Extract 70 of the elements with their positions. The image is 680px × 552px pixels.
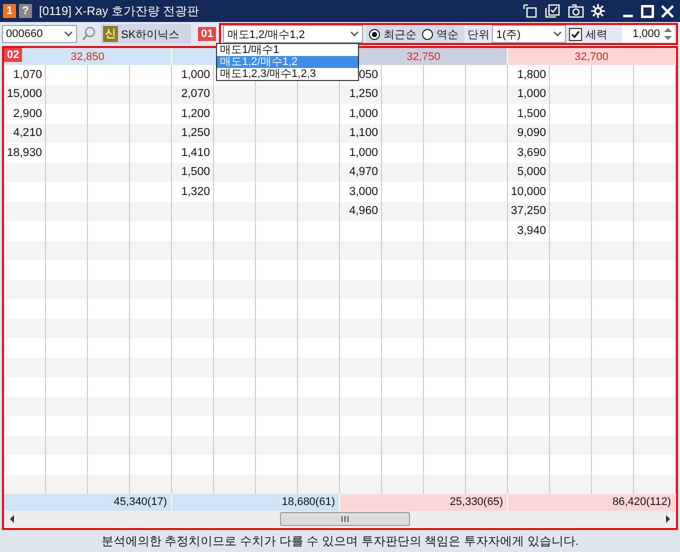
price-text: 32,850 xyxy=(70,50,104,62)
table-cell: 1,200 xyxy=(181,108,210,120)
table-cell: 4,210 xyxy=(13,127,42,140)
radio-label[interactable]: 역순 xyxy=(436,26,458,42)
force-checkbox[interactable] xyxy=(569,28,582,40)
price-text: 32,750 xyxy=(406,50,440,62)
new-listing-badge: 신 xyxy=(103,26,118,42)
scroll-thumb[interactable] xyxy=(280,512,410,526)
disclaimer-text: 분석에의한 추정치이므로 수치가 다를 수 있으며 투자판단의 책임은 투자자에게 있습니다. xyxy=(101,532,579,550)
section-marker: 02 xyxy=(4,48,22,62)
scroll-left-icon[interactable] xyxy=(9,515,15,523)
unit-combo[interactable]: 1(주) xyxy=(492,25,566,43)
table-cell: 1,320 xyxy=(181,186,210,198)
code-combo[interactable]: 000660 xyxy=(2,25,77,43)
total-cell: 18,680(61) xyxy=(172,494,340,511)
radio-button[interactable] xyxy=(369,28,380,40)
table-cell: 1,250 xyxy=(181,127,210,140)
stock-name: SK하이닉스 xyxy=(121,28,180,42)
table-cell: 18,930 xyxy=(6,146,42,159)
table-cell: 2,900 xyxy=(13,108,42,120)
table-cell: 4,960 xyxy=(349,205,378,218)
table-cell: 1,100 xyxy=(349,127,378,140)
table-cell: 050 xyxy=(358,68,378,81)
mode-combo[interactable]: 매도1,2/매수1,2 xyxy=(223,25,364,43)
price-text: 32,700 xyxy=(574,50,608,62)
help-button[interactable]: ? xyxy=(19,4,32,18)
settings-icon[interactable] xyxy=(591,4,605,18)
table-cell: 1,070 xyxy=(13,68,42,81)
table-cell: 1,500 xyxy=(181,166,210,178)
table-cell: 4,970 xyxy=(349,166,378,178)
horizontal-scrollbar[interactable] xyxy=(4,511,676,527)
table-cell: 10,000 xyxy=(510,186,546,198)
maximize-icon[interactable] xyxy=(641,4,654,18)
table-cell: 5,000 xyxy=(517,166,546,178)
radio-label[interactable]: 최근순 xyxy=(383,26,416,42)
radio-button[interactable] xyxy=(422,28,434,40)
camera-icon[interactable] xyxy=(568,4,584,18)
table-cell: 1,500 xyxy=(517,108,546,120)
table-cell: 1,000 xyxy=(349,146,378,159)
caret-icon[interactable] xyxy=(553,31,562,37)
search-icon[interactable] xyxy=(80,25,98,43)
table-cell: 9,090 xyxy=(517,127,546,140)
table-cell: 1,800 xyxy=(517,68,546,81)
amount-spinner[interactable]: 1,000 xyxy=(622,25,674,43)
mode-option[interactable]: 매도1,2,3/매수1,2,3 xyxy=(217,68,358,80)
table-cell: 3,940 xyxy=(517,224,546,237)
mode-option[interactable]: 매도1/매수1 xyxy=(217,44,358,56)
total-cell: 45,340(17) xyxy=(4,494,172,511)
table-cell: 1,250 xyxy=(349,88,378,100)
table-cell: 3,690 xyxy=(517,146,546,159)
table-cell: 2,070 xyxy=(181,88,210,100)
caret-icon[interactable] xyxy=(350,31,360,37)
checklist-icon[interactable] xyxy=(545,4,561,18)
section-marker: 01 xyxy=(198,27,216,41)
table-cell: 37,250 xyxy=(510,205,546,218)
table-cell: 15,000 xyxy=(6,88,42,100)
total-cell: 86,420(112) xyxy=(508,494,676,511)
unit-label: 단위 xyxy=(467,28,490,42)
caret-icon[interactable] xyxy=(64,31,73,37)
table-cell: 1,410 xyxy=(181,146,210,159)
window-title: [0119] X-Ray 호가잔량 전광판 xyxy=(39,2,199,20)
total-cell: 25,330(65) xyxy=(340,494,508,511)
close-icon[interactable] xyxy=(661,4,674,18)
table-cell: 1,000 xyxy=(181,68,210,81)
spin-arrows-icon[interactable] xyxy=(662,25,674,43)
scroll-right-icon[interactable] xyxy=(665,515,671,523)
table-cell: 1,000 xyxy=(349,108,378,120)
table-cell: 1,000 xyxy=(517,88,546,100)
checkbox-label[interactable]: 세력 xyxy=(585,26,608,42)
table-cell: 3,000 xyxy=(349,186,378,198)
